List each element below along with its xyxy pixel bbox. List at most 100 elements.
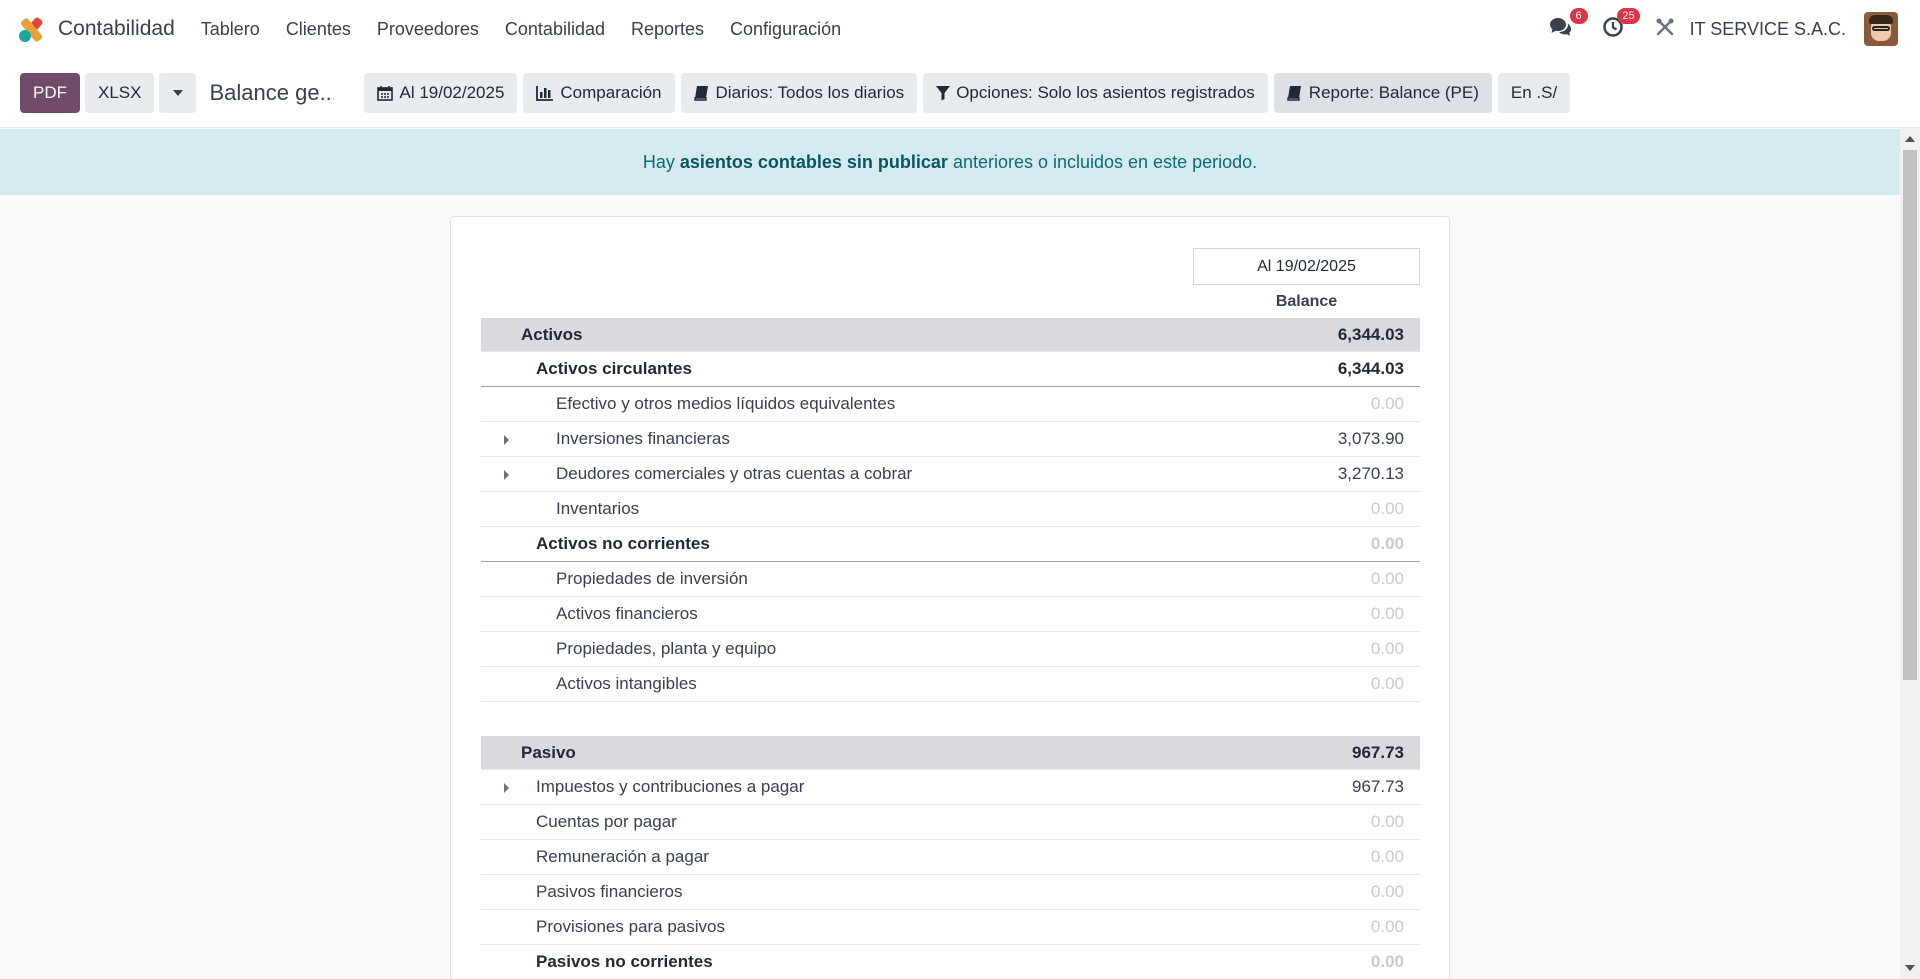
alert-prefix: Hay bbox=[642, 151, 675, 172]
line-value: 6,344.03 bbox=[1337, 324, 1404, 344]
line-value: 0.00 bbox=[1370, 604, 1404, 623]
line-value: 967.73 bbox=[1352, 777, 1404, 796]
unposted-entries-alert: Hay asientos contables sin publicar ante… bbox=[0, 129, 1900, 195]
table-row[interactable]: Inversiones financieras 3,073.90 bbox=[481, 422, 1420, 457]
control-panel: PDF XLSX Balance ge... Al 19/02/2025 Com… bbox=[0, 58, 1920, 128]
journals-filter[interactable]: Diarios: Todos los diarios bbox=[680, 72, 918, 113]
menu-reportes[interactable]: Reportes bbox=[631, 19, 704, 40]
scroll-up-arrow[interactable] bbox=[1905, 136, 1915, 142]
line-value: 0.00 bbox=[1370, 882, 1404, 901]
line-value: 0.00 bbox=[1370, 569, 1404, 588]
expand-caret-icon[interactable] bbox=[504, 435, 509, 445]
bar-chart-icon bbox=[536, 85, 554, 101]
table-row[interactable]: Activos 6,344.03 bbox=[481, 318, 1420, 352]
scroll-down-arrow[interactable] bbox=[1905, 965, 1915, 971]
line-value: 3,073.90 bbox=[1337, 429, 1404, 448]
options-filter[interactable]: Opciones: Solo los asientos registrados bbox=[923, 72, 1268, 113]
currency-filter[interactable]: En .S/ bbox=[1497, 72, 1571, 113]
journals-filter-label: Diarios: Todos los diarios bbox=[715, 82, 905, 102]
table-row[interactable]: Activos financieros 0.00 bbox=[481, 597, 1420, 632]
line-name: Provisiones para pasivos bbox=[536, 917, 725, 936]
line-value: 0.00 bbox=[1370, 534, 1404, 553]
menu-proveedores[interactable]: Proveedores bbox=[377, 19, 479, 40]
line-name: Activos bbox=[521, 324, 583, 344]
table-row[interactable]: Propiedades de inversión 0.00 bbox=[481, 562, 1420, 597]
line-name: Activos financieros bbox=[556, 604, 698, 623]
menu-contabilidad[interactable]: Contabilidad bbox=[505, 19, 605, 40]
line-name: Activos no corrientes bbox=[536, 534, 710, 553]
export-dropdown-toggle[interactable] bbox=[159, 72, 197, 113]
xlsx-button[interactable]: XLSX bbox=[85, 72, 155, 113]
line-value: 3,270.13 bbox=[1337, 464, 1404, 483]
scroll-thumb[interactable] bbox=[1903, 150, 1917, 680]
table-row[interactable]: Remuneración a pagar 0.00 bbox=[481, 840, 1420, 875]
line-value: 0.00 bbox=[1370, 639, 1404, 658]
line-name: Pasivo bbox=[521, 742, 576, 762]
unposted-entries-link[interactable]: asientos contables sin publicar bbox=[680, 152, 948, 173]
balance-column-header: Balance bbox=[1275, 293, 1338, 310]
company-switcher[interactable]: IT SERVICE S.A.C. bbox=[1690, 19, 1846, 40]
line-name: Pasivos no corrientes bbox=[536, 952, 713, 971]
caret-down-icon bbox=[172, 89, 183, 96]
table-row[interactable]: Pasivos no corrientes 0.00 bbox=[481, 945, 1420, 979]
accounting-app-icon[interactable] bbox=[18, 15, 46, 43]
line-value: 0.00 bbox=[1370, 394, 1404, 413]
date-filter[interactable]: Al 19/02/2025 bbox=[364, 72, 518, 113]
line-name: Efectivo y otros medios líquidos equival… bbox=[556, 394, 896, 413]
messages-button[interactable]: 6 bbox=[1546, 8, 1588, 44]
book-icon bbox=[1287, 85, 1303, 101]
line-value: 0.00 bbox=[1370, 847, 1404, 866]
comparison-filter[interactable]: Comparación bbox=[523, 72, 675, 113]
line-value: 6,344.03 bbox=[1337, 359, 1404, 378]
table-row[interactable]: Pasivo 967.73 bbox=[481, 736, 1420, 770]
pdf-button[interactable]: PDF bbox=[20, 72, 80, 113]
calendar-icon bbox=[377, 85, 394, 101]
line-value: 0.00 bbox=[1370, 952, 1404, 971]
line-name: Cuentas por pagar bbox=[536, 812, 677, 831]
menu-configuracion[interactable]: Configuración bbox=[730, 19, 841, 40]
line-name: Inventarios bbox=[556, 499, 640, 518]
table-row[interactable]: Pasivos financieros 0.00 bbox=[481, 875, 1420, 910]
table-row[interactable]: Impuestos y contribuciones a pagar 967.7… bbox=[481, 770, 1420, 805]
expand-caret-icon[interactable] bbox=[504, 783, 509, 793]
chat-icon bbox=[1549, 16, 1573, 43]
activities-button[interactable]: 25 bbox=[1598, 8, 1640, 44]
table-row[interactable]: Activos circulantes 6,344.03 bbox=[481, 352, 1420, 387]
line-name: Propiedades de inversión bbox=[556, 569, 748, 588]
table-row[interactable]: Cuentas por pagar 0.00 bbox=[481, 805, 1420, 840]
table-row[interactable]: Deudores comerciales y otras cuentas a c… bbox=[481, 457, 1420, 492]
activities-count-badge: 25 bbox=[1617, 8, 1640, 24]
table-row[interactable]: Activos intangibles 0.00 bbox=[481, 667, 1420, 702]
comparison-filter-label: Comparación bbox=[560, 82, 662, 102]
expand-caret-icon[interactable] bbox=[504, 470, 509, 480]
top-navbar: Contabilidad Tablero Clientes Proveedore… bbox=[0, 0, 1920, 58]
tools-icon bbox=[1655, 17, 1675, 42]
line-name: Remuneración a pagar bbox=[536, 847, 709, 866]
line-name: Deudores comerciales y otras cuentas a c… bbox=[556, 464, 913, 483]
line-value: 0.00 bbox=[1370, 812, 1404, 831]
menu-tablero[interactable]: Tablero bbox=[201, 19, 260, 40]
line-name: Pasivos financieros bbox=[536, 882, 683, 901]
date-filter-label: Al 19/02/2025 bbox=[399, 82, 505, 102]
breadcrumb: Balance ge... bbox=[209, 79, 335, 105]
table-row[interactable]: Provisiones para pasivos 0.00 bbox=[481, 910, 1420, 945]
table-row[interactable]: Propiedades, planta y equipo 0.00 bbox=[481, 632, 1420, 667]
app-name[interactable]: Contabilidad bbox=[58, 17, 175, 41]
period-header: Al 19/02/2025 bbox=[1193, 248, 1420, 285]
messages-count-badge: 6 bbox=[1569, 8, 1588, 24]
menu-clientes[interactable]: Clientes bbox=[286, 19, 351, 40]
table-row[interactable]: Efectivo y otros medios líquidos equival… bbox=[481, 387, 1420, 422]
line-name: Propiedades, planta y equipo bbox=[556, 639, 777, 658]
report-variant-filter[interactable]: Reporte: Balance (PE) bbox=[1273, 72, 1492, 113]
table-row[interactable]: Inventarios 0.00 bbox=[481, 492, 1420, 527]
user-avatar[interactable] bbox=[1864, 12, 1898, 46]
line-value: 0.00 bbox=[1370, 917, 1404, 936]
table-row[interactable]: Activos no corrientes 0.00 bbox=[481, 527, 1420, 562]
line-value: 0.00 bbox=[1370, 674, 1404, 693]
debug-tools-button[interactable] bbox=[1650, 14, 1680, 44]
page-scrollbar[interactable] bbox=[1900, 128, 1920, 979]
line-name: Activos circulantes bbox=[536, 359, 692, 378]
filter-icon bbox=[936, 85, 951, 101]
report-variant-label: Reporte: Balance (PE) bbox=[1308, 82, 1479, 102]
